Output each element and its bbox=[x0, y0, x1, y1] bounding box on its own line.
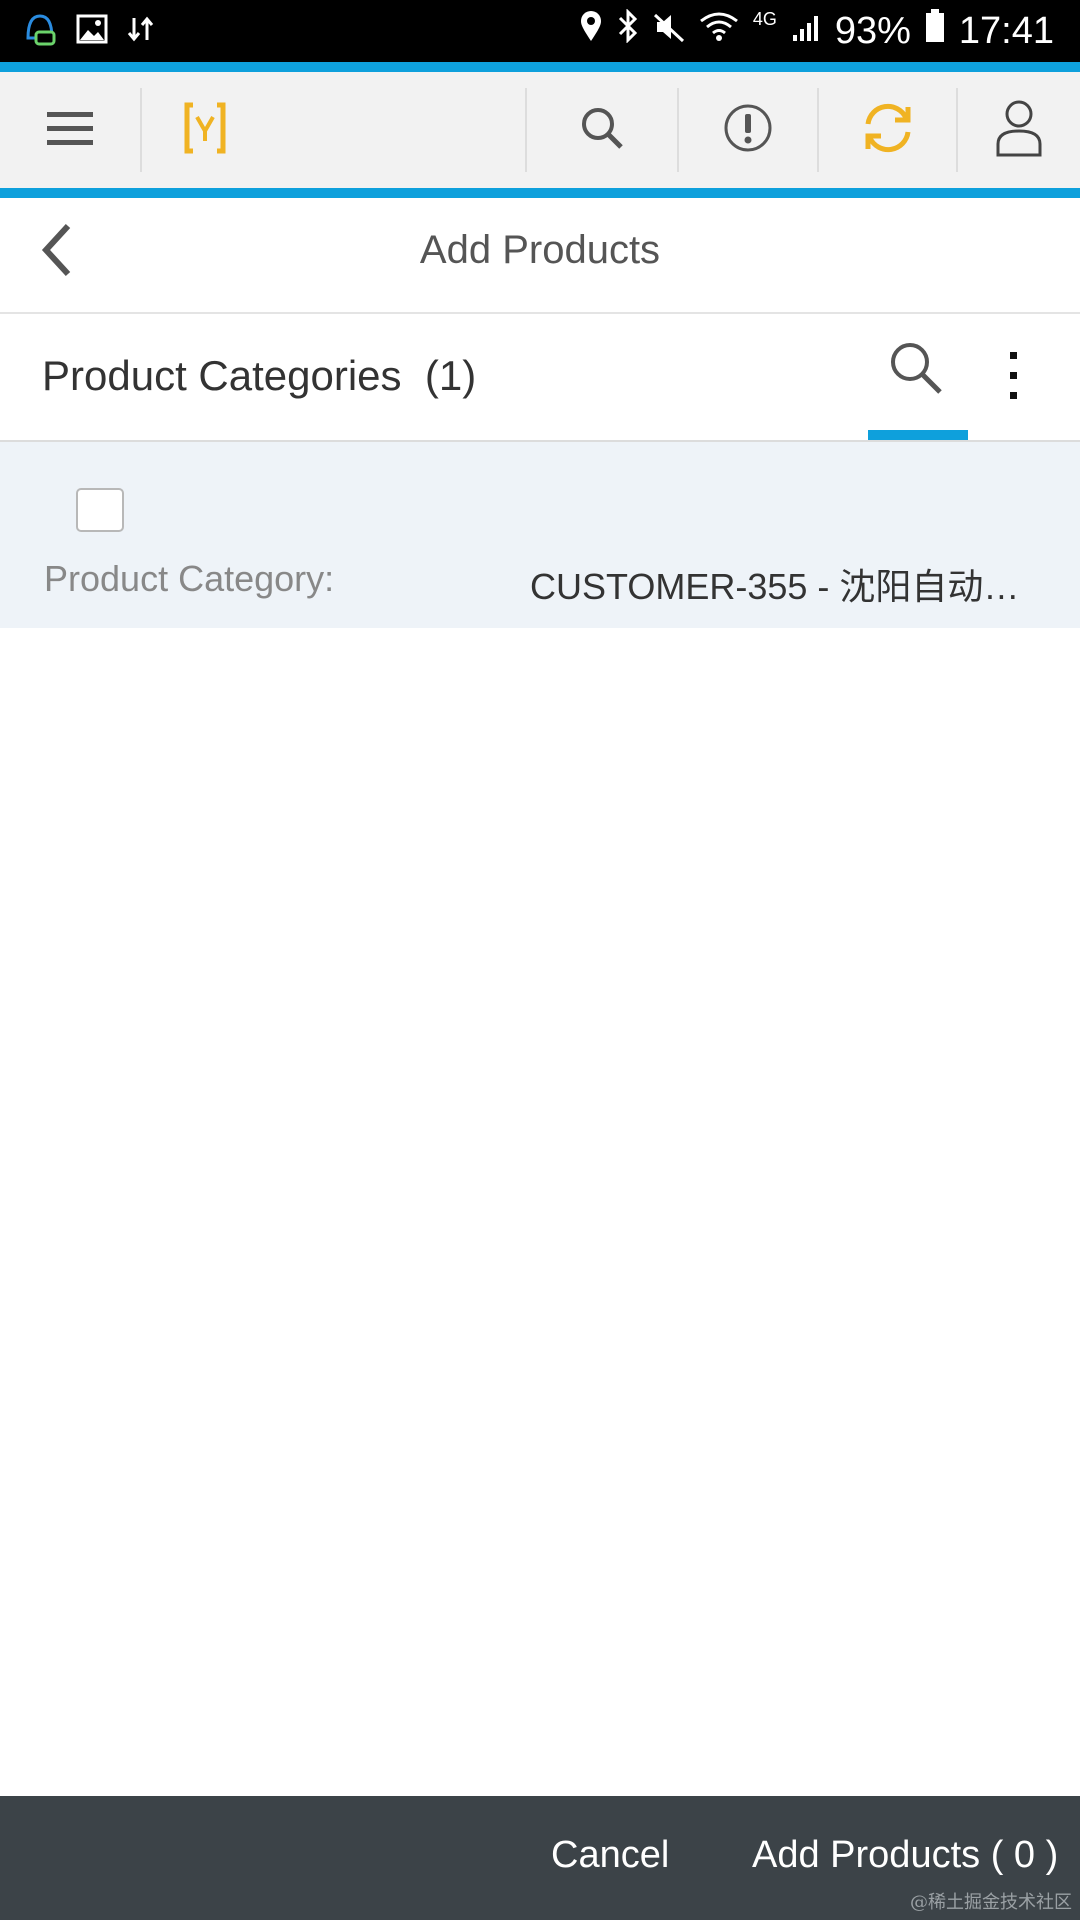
location-icon bbox=[579, 10, 603, 53]
data-transfer-icon bbox=[126, 14, 156, 49]
app-logo-icon bbox=[181, 101, 229, 160]
battery-icon bbox=[925, 9, 945, 53]
watermark: @稀土掘金技术社区 bbox=[910, 1892, 1072, 1913]
battery-percent: 93% bbox=[834, 9, 911, 52]
sync-button[interactable] bbox=[819, 72, 956, 188]
search-icon bbox=[888, 343, 944, 400]
search-icon bbox=[579, 105, 625, 156]
menu-icon bbox=[45, 108, 95, 153]
section-title: Product Categories (1) bbox=[42, 352, 476, 400]
user-icon bbox=[994, 98, 1044, 163]
section-title-text: Product Categories bbox=[42, 352, 402, 399]
toolbar-divider bbox=[140, 88, 142, 172]
app-toolbar bbox=[0, 72, 1080, 188]
select-checkbox[interactable] bbox=[76, 488, 124, 532]
list-search-button[interactable] bbox=[888, 340, 948, 400]
app-logo[interactable] bbox=[170, 72, 240, 188]
menu-button[interactable] bbox=[20, 72, 120, 188]
global-search-button[interactable] bbox=[527, 72, 677, 188]
product-category-value: CUSTOMER-355 - 沈阳自动所股份有限公司 bbox=[530, 566, 1050, 607]
action-footer: Cancel Add Products ( 0 ) @稀土掘金技术社区 bbox=[0, 1796, 1080, 1920]
list-item[interactable]: Product Category: CUSTOMER-355 - 沈阳自动所股份… bbox=[0, 442, 1080, 628]
brand-strip-top bbox=[0, 62, 1080, 72]
image-icon bbox=[76, 14, 108, 49]
sync-icon bbox=[859, 99, 917, 162]
brand-strip-bottom bbox=[0, 188, 1080, 198]
page-title: Add Products bbox=[419, 228, 661, 272]
page-header: Add Products bbox=[0, 198, 1080, 314]
mute-icon bbox=[653, 10, 685, 53]
clock: 17:41 bbox=[958, 9, 1054, 52]
section-header: Product Categories (1) bbox=[0, 314, 1080, 442]
add-products-button[interactable]: Add Products ( 0 ) bbox=[752, 1834, 1058, 1877]
alert-icon bbox=[723, 103, 773, 158]
more-options-button[interactable] bbox=[996, 348, 1032, 404]
notification-icon bbox=[22, 10, 58, 53]
section-count: (1) bbox=[424, 352, 477, 399]
wifi-icon bbox=[699, 10, 739, 53]
status-bar: 4G 93% 17:41 bbox=[0, 0, 1080, 62]
cancel-button[interactable]: Cancel bbox=[551, 1834, 669, 1877]
search-tab-indicator bbox=[868, 430, 968, 440]
network-type: 4G bbox=[752, 8, 777, 29]
bluetooth-icon bbox=[617, 8, 639, 53]
profile-button[interactable] bbox=[958, 72, 1080, 188]
product-category-label: Product Category: bbox=[44, 558, 335, 599]
signal-icon bbox=[791, 10, 821, 53]
more-vertical-icon bbox=[996, 352, 1032, 408]
alerts-button[interactable] bbox=[679, 72, 817, 188]
